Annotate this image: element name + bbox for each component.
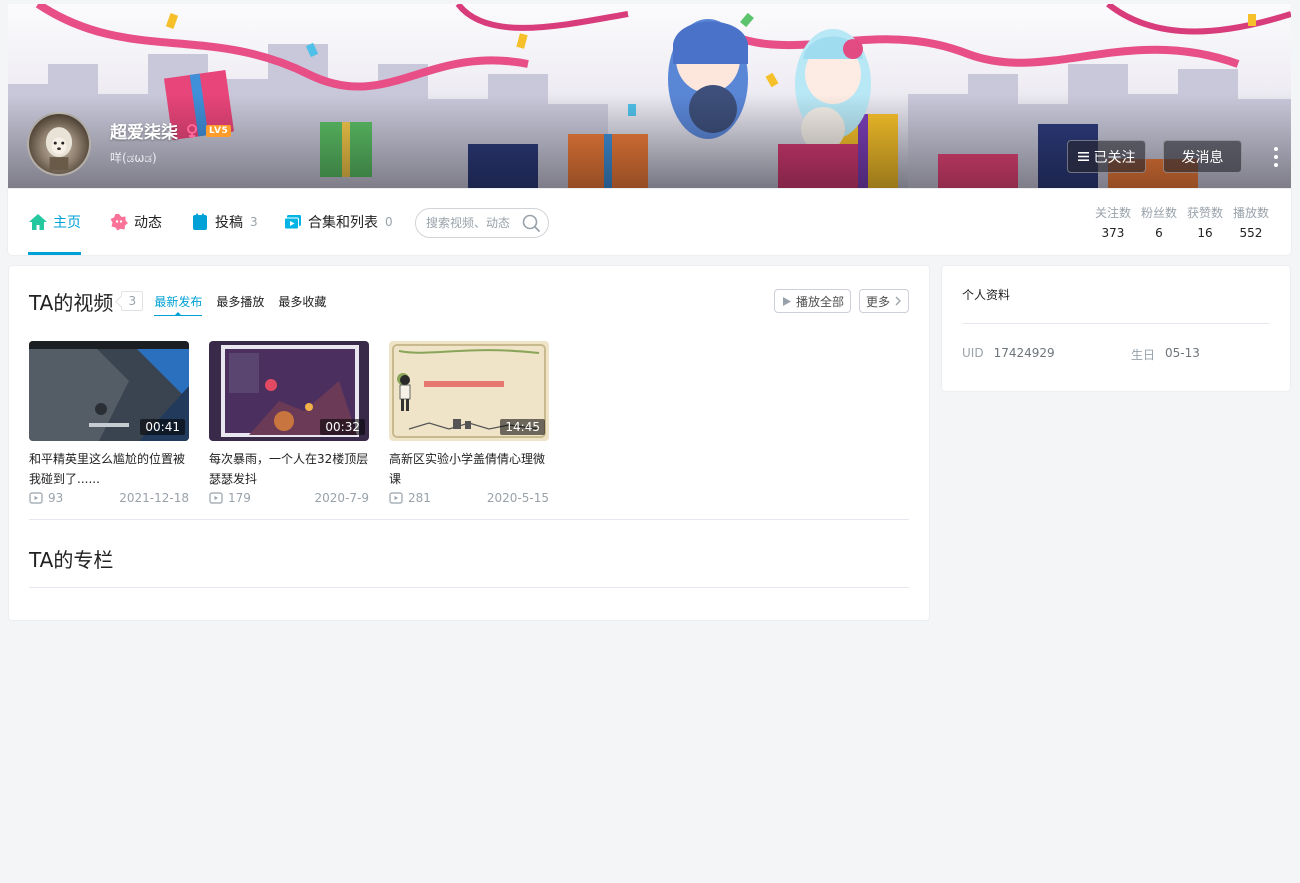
tab-collections-count: 0	[385, 215, 393, 229]
stat-plays-value: 552	[1239, 226, 1263, 240]
video-play-count: 179	[228, 491, 251, 505]
sort-tab-most-favorited[interactable]: 最多收藏	[278, 286, 326, 316]
play-triangle-icon	[782, 296, 791, 306]
video-card[interactable]: 14:45 高新区实验小学盖倩倩心理微课 281 2020-5-15	[389, 341, 549, 505]
video-thumbnail[interactable]: 14:45	[389, 341, 549, 441]
play-all-label: 播放全部	[795, 294, 844, 309]
collection-icon	[284, 215, 301, 230]
profile-nav-bar: 主页 动态 投稿 3 合集和列表 0 搜索视频、动态 关注数 373 粉丝数 6…	[8, 189, 1291, 255]
stat-plays-label: 播放数	[1232, 206, 1269, 220]
stat-likes-label: 获赞数	[1186, 206, 1223, 220]
tab-upload-count: 3	[250, 215, 258, 229]
stat-following[interactable]: 关注数 373	[1095, 204, 1131, 240]
profile-info-panel: 个人资料 UID 17424929 生日 05-13	[941, 265, 1291, 392]
section-divider	[29, 519, 909, 520]
video-meta: 179 2020-7-9	[209, 491, 369, 505]
videos-section-title[interactable]: TA的视频	[29, 287, 113, 316]
stat-plays: 播放数 552	[1233, 204, 1269, 240]
menu-lines-icon	[1077, 152, 1089, 161]
tab-home-label: 主页	[53, 215, 81, 231]
more-videos-label: 更多	[865, 294, 890, 309]
space-search-box	[415, 208, 549, 238]
video-play-count: 281	[408, 491, 431, 505]
birthday-row: 生日 05-13	[1131, 346, 1200, 363]
profile-info-title: 个人资料	[962, 288, 1011, 302]
user-name-row: 超爱柒柒 LV5	[110, 118, 232, 143]
videos-count-tag: 3	[121, 291, 144, 311]
hedgehog-avatar-image	[45, 127, 73, 171]
sort-tab-latest[interactable]: 最新发布	[154, 286, 203, 316]
video-play-count: 93	[48, 491, 64, 505]
videos-section-header: TA的视频 3 最新发布 最多播放 最多收藏 播放全部 更多	[29, 286, 909, 316]
uid-row: UID 17424929	[962, 346, 1055, 360]
profile-info-divider	[962, 323, 1270, 324]
video-card[interactable]: 00:32 每次暴雨，一个人在32楼顶层瑟瑟发抖 179 2020-7-9	[209, 341, 369, 505]
tab-upload-label: 投稿	[215, 215, 243, 231]
tab-collections-label: 合集和列表	[308, 215, 378, 231]
video-thumbnail[interactable]: 00:32	[209, 341, 369, 441]
video-meta: 281 2020-5-15	[389, 491, 549, 505]
profile-banner: 超爱柒柒 LV5 咩(ಡωಡ) 已关注 发消息	[8, 4, 1291, 189]
video-title[interactable]: 和平精英里这么尴尬的位置被我碰到了......	[29, 449, 189, 489]
tab-dynamic-label: 动态	[134, 215, 162, 231]
section-divider	[29, 587, 909, 588]
main-content-panel: TA的视频 3 最新发布 最多播放 最多收藏 播放全部 更多 00:41 和平精…	[8, 265, 930, 621]
tab-home[interactable]: 主页	[28, 189, 81, 255]
video-sort-tabs: 最新发布 最多播放 最多收藏	[154, 286, 326, 316]
chevron-right-icon	[895, 296, 901, 306]
stat-fans-value: 6	[1155, 226, 1163, 240]
send-message-button[interactable]: 发消息	[1163, 140, 1242, 173]
space-search-input[interactable]	[426, 216, 521, 230]
user-signature: 咩(ಡωಡ)	[110, 151, 157, 165]
video-title[interactable]: 每次暴雨，一个人在32楼顶层瑟瑟发抖	[209, 449, 369, 489]
stat-likes: 获赞数 16	[1187, 204, 1223, 240]
video-date: 2020-5-15	[486, 491, 549, 505]
user-avatar[interactable]	[27, 112, 91, 176]
stat-likes-value: 16	[1197, 226, 1213, 240]
more-dots-icon[interactable]	[1270, 146, 1282, 168]
more-videos-button[interactable]: 更多	[858, 289, 909, 313]
upload-icon	[193, 213, 207, 230]
followed-button[interactable]: 已关注	[1067, 140, 1146, 173]
level-badge[interactable]: LV5	[206, 124, 232, 137]
stat-fans-label: 粉丝数	[1140, 206, 1177, 220]
birthday-value: 05-13	[1165, 346, 1200, 360]
video-duration: 00:41	[140, 419, 185, 435]
search-icon[interactable]	[521, 213, 541, 233]
video-duration: 00:32	[320, 419, 365, 435]
tab-collections[interactable]: 合集和列表 0	[283, 189, 393, 255]
video-date: 2020-7-9	[314, 491, 369, 505]
video-list: 00:41 和平精英里这么尴尬的位置被我碰到了...... 93 2021-12…	[29, 341, 549, 505]
stat-following-value: 373	[1101, 226, 1125, 240]
play-count-icon	[29, 492, 43, 504]
play-all-button[interactable]: 播放全部	[773, 289, 851, 313]
tab-upload[interactable]: 投稿 3	[190, 189, 258, 255]
birthday-label: 生日	[1131, 348, 1156, 362]
home-icon	[29, 214, 47, 230]
followed-button-label: 已关注	[1093, 149, 1136, 166]
video-duration: 14:45	[500, 419, 545, 435]
video-title[interactable]: 高新区实验小学盖倩倩心理微课	[389, 449, 549, 489]
video-meta: 93 2021-12-18	[29, 491, 189, 505]
stat-fans[interactable]: 粉丝数 6	[1141, 204, 1177, 240]
video-card[interactable]: 00:41 和平精英里这么尴尬的位置被我碰到了...... 93 2021-12…	[29, 341, 189, 505]
videos-header-actions: 播放全部 更多	[773, 289, 909, 313]
stat-following-label: 关注数	[1094, 206, 1131, 220]
user-stats: 关注数 373 粉丝数 6 获赞数 16 播放数 552	[1095, 204, 1269, 240]
dynamic-icon	[110, 214, 128, 231]
tab-dynamic[interactable]: 动态	[109, 189, 162, 255]
female-gender-icon	[187, 123, 197, 138]
uid-label: UID	[962, 346, 984, 360]
column-section-title[interactable]: TA的专栏	[29, 544, 113, 573]
video-date: 2021-12-18	[119, 491, 189, 505]
sort-tab-most-played[interactable]: 最多播放	[216, 286, 264, 316]
username[interactable]: 超爱柒柒	[110, 118, 178, 143]
video-thumbnail[interactable]: 00:41	[29, 341, 189, 441]
play-count-icon	[389, 492, 403, 504]
uid-value: 17424929	[993, 346, 1055, 360]
play-count-icon	[209, 492, 223, 504]
